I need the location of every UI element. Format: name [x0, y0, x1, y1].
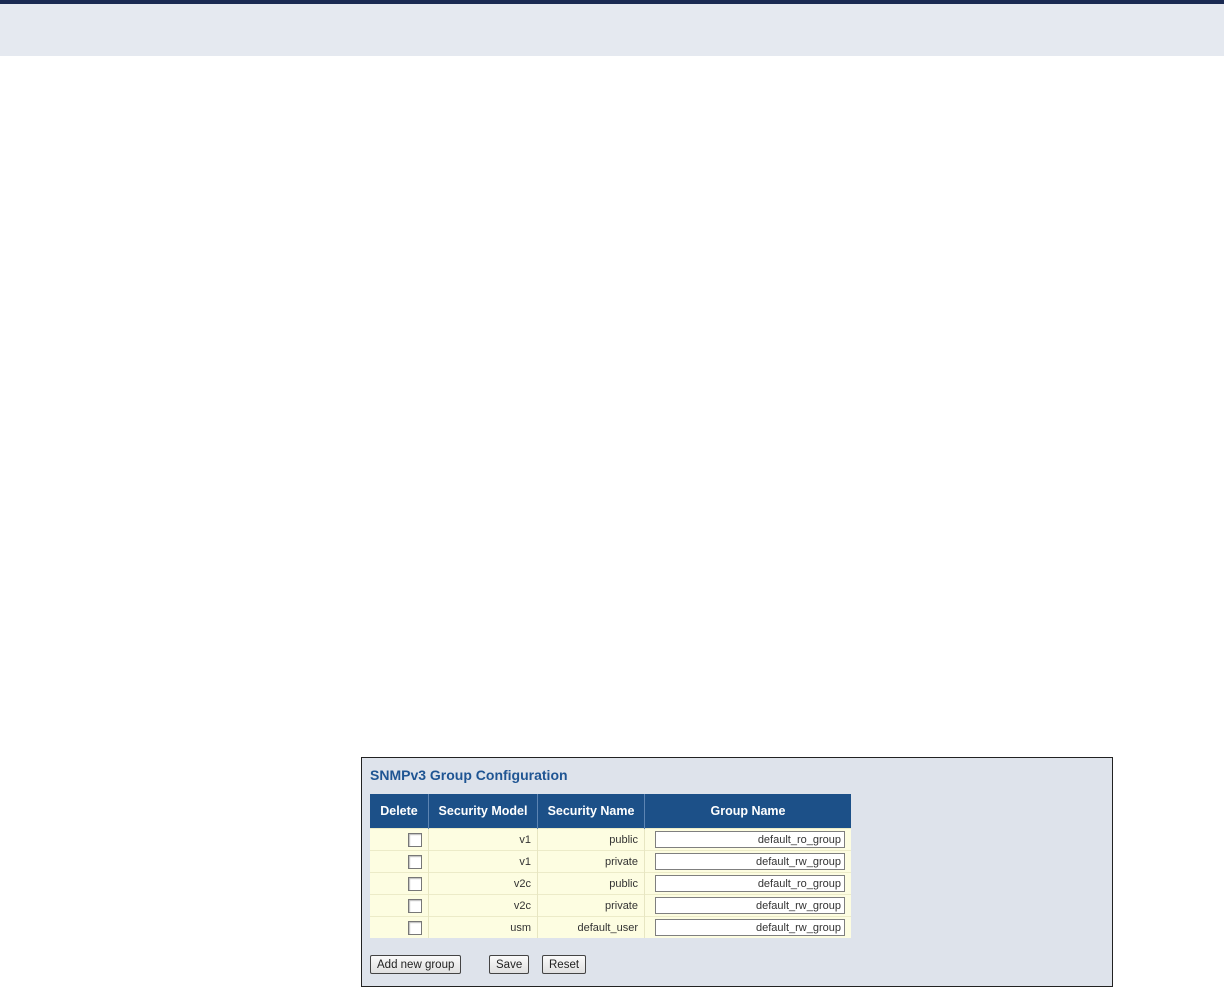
reset-button[interactable]: Reset: [542, 955, 587, 974]
table-row: v1 public: [370, 828, 851, 851]
table-row: v2c public: [370, 872, 851, 895]
security-name-cell: default_user: [537, 916, 645, 938]
security-model-cell: v2c: [428, 894, 538, 917]
delete-checkbox[interactable]: [408, 876, 422, 891]
table-row: usm default_user: [370, 916, 851, 938]
delete-cell: [370, 916, 429, 938]
group-name-input[interactable]: [655, 897, 845, 914]
delete-checkbox[interactable]: [408, 920, 422, 935]
col-security-model: Security Model: [428, 794, 538, 829]
group-name-input[interactable]: [655, 853, 845, 870]
group-name-cell: [644, 894, 851, 917]
security-name-cell: public: [537, 828, 645, 851]
group-name-input[interactable]: [655, 831, 845, 848]
delete-cell: [370, 894, 429, 917]
group-name-input[interactable]: [655, 875, 845, 892]
security-model-cell: usm: [428, 916, 538, 938]
delete-cell: [370, 828, 429, 851]
group-name-cell: [644, 850, 851, 873]
group-name-cell: [644, 872, 851, 895]
col-security-name: Security Name: [537, 794, 645, 829]
delete-checkbox[interactable]: [408, 898, 422, 913]
snmpv3-group-config-panel: SNMPv3 Group Configuration Delete Securi…: [361, 757, 1113, 987]
table-header-row: Delete Security Model Security Name Grou…: [370, 794, 851, 829]
security-model-cell: v1: [428, 828, 538, 851]
delete-cell: [370, 872, 429, 895]
col-group-name: Group Name: [644, 794, 851, 829]
group-table: Delete Security Model Security Name Grou…: [370, 794, 851, 938]
panel-title: SNMPv3 Group Configuration: [370, 767, 568, 783]
security-model-cell: v1: [428, 850, 538, 873]
security-name-cell: private: [537, 894, 645, 917]
delete-checkbox[interactable]: [408, 854, 422, 869]
group-name-cell: [644, 828, 851, 851]
security-name-cell: public: [537, 872, 645, 895]
add-new-group-button[interactable]: Add new group: [370, 955, 462, 974]
delete-checkbox[interactable]: [408, 832, 422, 847]
save-button[interactable]: Save: [489, 955, 530, 974]
delete-cell: [370, 850, 429, 873]
group-name-input[interactable]: [655, 919, 845, 936]
col-delete: Delete: [370, 794, 429, 829]
table-row: v1 private: [370, 850, 851, 873]
table-row: v2c private: [370, 894, 851, 917]
security-model-cell: v2c: [428, 872, 538, 895]
security-name-cell: private: [537, 850, 645, 873]
group-name-cell: [644, 916, 851, 938]
page-header-band: [0, 4, 1224, 56]
